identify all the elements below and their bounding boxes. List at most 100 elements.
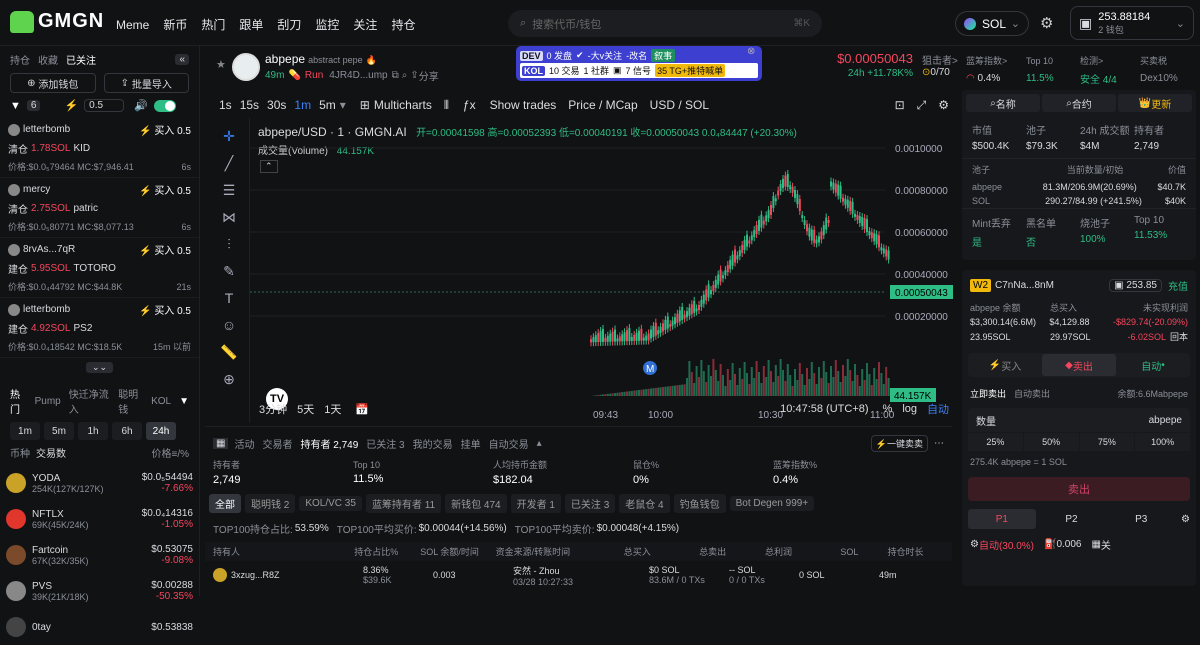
interval-15s[interactable]: 15s xyxy=(240,98,259,112)
search-box[interactable]: ⌕ 搜索代币/钱包 ⌘K xyxy=(508,10,822,37)
tab-orders[interactable]: 挂单 xyxy=(461,436,481,451)
collapse-icon[interactable]: « xyxy=(175,54,189,65)
nav-hot[interactable]: 热门 xyxy=(201,16,225,33)
holder-col-header[interactable]: SOL xyxy=(840,547,887,557)
chart-area[interactable]: abpepe/USD · 1 · GMGN.AI 开=0.00041598 高=… xyxy=(249,118,952,423)
show-trades-button[interactable]: Show trades xyxy=(490,98,557,112)
col-trades[interactable]: 交易数 xyxy=(36,445,66,460)
mode-sell[interactable]: ◆卖出 xyxy=(1042,354,1116,376)
preset-p2[interactable]: P2 xyxy=(1038,509,1106,529)
range-5d[interactable]: 5天 xyxy=(297,401,314,417)
holder-filter[interactable]: 钓鱼钱包 xyxy=(674,494,726,513)
range-3min[interactable]: 3分钟 xyxy=(259,401,287,417)
holder-address[interactable]: 3xzug...R8Z xyxy=(231,570,280,580)
holder-filter[interactable]: 开发者 1 xyxy=(511,494,561,513)
search-icon[interactable]: ⌕ xyxy=(402,70,408,81)
wallet-name[interactable]: letterbomb xyxy=(23,124,70,135)
range-1d[interactable]: 1天 xyxy=(324,401,341,417)
tab-kol[interactable]: KOL xyxy=(151,396,171,407)
sound-icon[interactable]: 🔊 xyxy=(134,99,148,112)
nav-holdings[interactable]: 持仓 xyxy=(391,16,415,33)
time-1h[interactable]: 1h xyxy=(78,422,108,440)
quick-buy-button[interactable]: ⚡ 买入 0.5 xyxy=(139,122,191,137)
filter-icon[interactable]: ▼ xyxy=(10,100,21,112)
interval-30s[interactable]: 30s xyxy=(267,98,286,112)
tab-update[interactable]: 👑更新 xyxy=(1118,94,1192,112)
hot-token-row[interactable]: YODA254K(127K/127K)$0.0₅54494-7.66% xyxy=(0,465,199,501)
indicator-icon[interactable]: ⫴ xyxy=(444,98,449,113)
copy-icon[interactable]: ⧉ xyxy=(392,70,399,81)
usd-sol-toggle[interactable]: USD / SOL xyxy=(650,98,709,112)
trade-token[interactable]: TOTORO xyxy=(73,263,115,274)
holder-col-header[interactable]: 总卖出 xyxy=(699,545,765,558)
tab-inflow[interactable]: 快迁净流入 xyxy=(69,386,110,416)
hot-token-row[interactable]: NFTLX69K(45K/24K)$0.0₄14316-1.05% xyxy=(0,501,199,537)
logo[interactable]: GMGN xyxy=(10,10,104,33)
dev-narrative[interactable]: 叙事 xyxy=(651,49,675,62)
wallet-address[interactable]: C7nNa...8nM xyxy=(995,280,1054,291)
hot-token-row[interactable]: Fartcoin67K(32K/35K)$0.53075-9.08% xyxy=(0,537,199,573)
chain-selector[interactable]: SOL ⌄ xyxy=(955,11,1029,36)
holder-filter[interactable]: 蓝筹持有者 11 xyxy=(366,494,441,513)
tab-my-trades[interactable]: 我的交易 xyxy=(413,436,453,451)
wallet-name[interactable]: mercy xyxy=(23,184,50,195)
settings-icon[interactable]: ⚙ xyxy=(1040,14,1053,32)
star-icon[interactable]: ★ xyxy=(216,58,226,71)
add-wallet-button[interactable]: ⊕ 添加钱包 xyxy=(10,73,96,93)
filter-icon[interactable]: ▼ xyxy=(179,396,189,407)
quantity-input[interactable]: 数量 abpepe xyxy=(968,408,1190,432)
text-icon[interactable]: T xyxy=(219,288,239,308)
mode-auto[interactable]: 自动 • xyxy=(1116,358,1190,373)
interval-1s[interactable]: 1s xyxy=(219,98,232,112)
nav-new[interactable]: 新币 xyxy=(163,16,187,33)
trade-feed-item[interactable]: mercy⚡ 买入 0.5清仓2.75SOLpatric价格:$0.0₅8077… xyxy=(0,178,199,238)
calendar-icon[interactable]: 📅 xyxy=(355,403,369,416)
preset-p3[interactable]: P3 xyxy=(1107,509,1175,529)
nav-copy[interactable]: 跟单 xyxy=(239,16,263,33)
quick-buy-button[interactable]: ⚡ 买入 0.5 xyxy=(139,182,191,197)
search-input[interactable]: 搜索代币/钱包 xyxy=(532,16,793,32)
brush-icon[interactable]: ✎ xyxy=(219,261,239,281)
holder-row[interactable]: 3xzug...R8Z 8.36%$39.6K 0.003 安然 - Zhou0… xyxy=(205,561,952,589)
horizontal-lines-icon[interactable]: ☰ xyxy=(219,180,239,200)
bluechip-label[interactable]: 蓝筹指数> xyxy=(966,54,1026,67)
contract-address[interactable]: 4JR4D...ump xyxy=(329,70,387,81)
pct-50[interactable]: 50% xyxy=(1024,433,1079,451)
trade-token[interactable]: PS2 xyxy=(73,323,92,334)
trade-token[interactable]: patric xyxy=(73,203,97,214)
close-card-icon[interactable]: ⊗ xyxy=(747,46,755,57)
toggle-switch[interactable] xyxy=(154,100,176,112)
sol-amount-input[interactable]: 0.5 xyxy=(84,99,124,112)
tab-holdings[interactable]: 持仓 xyxy=(10,52,30,67)
emoji-icon[interactable]: ☺ xyxy=(219,315,239,335)
tab-favorites[interactable]: 收藏 xyxy=(38,52,58,67)
pct-75[interactable]: 75% xyxy=(1080,433,1135,451)
fib-icon[interactable]: ⫶ xyxy=(219,234,239,254)
auto-toggle[interactable]: 自动 xyxy=(927,401,949,417)
interval-5m[interactable]: 5m xyxy=(319,98,336,112)
mode-buy[interactable]: ⚡买入 xyxy=(968,358,1042,373)
expand-button[interactable]: ⌄⌄ xyxy=(0,358,199,376)
fee-value[interactable]: 0.006 xyxy=(1056,539,1081,550)
breakeven-toggle[interactable]: 回本 xyxy=(1170,330,1188,343)
percent-toggle[interactable]: % xyxy=(883,403,893,415)
col-price[interactable]: 价格≡/% xyxy=(151,445,189,460)
ruler-icon[interactable]: 📏 xyxy=(219,342,239,362)
tab-holders[interactable]: 持有者 2,749 xyxy=(300,436,358,451)
pattern-icon[interactable]: ⋈ xyxy=(219,207,239,227)
batch-import-button[interactable]: ⇪ 批量导入 xyxy=(104,73,190,93)
holder-filter[interactable]: 老鼠仓 4 xyxy=(619,494,669,513)
trade-token[interactable]: KID xyxy=(73,143,90,154)
holder-col-header[interactable]: 持仓占比% xyxy=(354,545,420,558)
trade-feed-item[interactable]: letterbomb⚡ 买入 0.5建仓4.92SOLPS2价格:$0.0₄18… xyxy=(0,298,199,358)
wallet-button[interactable]: ▣ 253.88184 2 钱包 ⌄ xyxy=(1070,6,1194,40)
tab-traders[interactable]: 交易者 xyxy=(262,436,292,451)
chevron-up-icon[interactable]: ▴ xyxy=(537,438,542,449)
log-toggle[interactable]: log xyxy=(902,403,917,415)
nav-follow[interactable]: 关注 xyxy=(353,16,377,33)
col-coin[interactable]: 币种 xyxy=(10,445,30,460)
tab-smart-money[interactable]: 聪明钱 xyxy=(118,386,143,416)
pct-25[interactable]: 25% xyxy=(968,433,1023,451)
sell-button[interactable]: 卖出 xyxy=(968,477,1190,501)
holder-col-header[interactable]: SOL 余额/时间 xyxy=(420,545,495,558)
